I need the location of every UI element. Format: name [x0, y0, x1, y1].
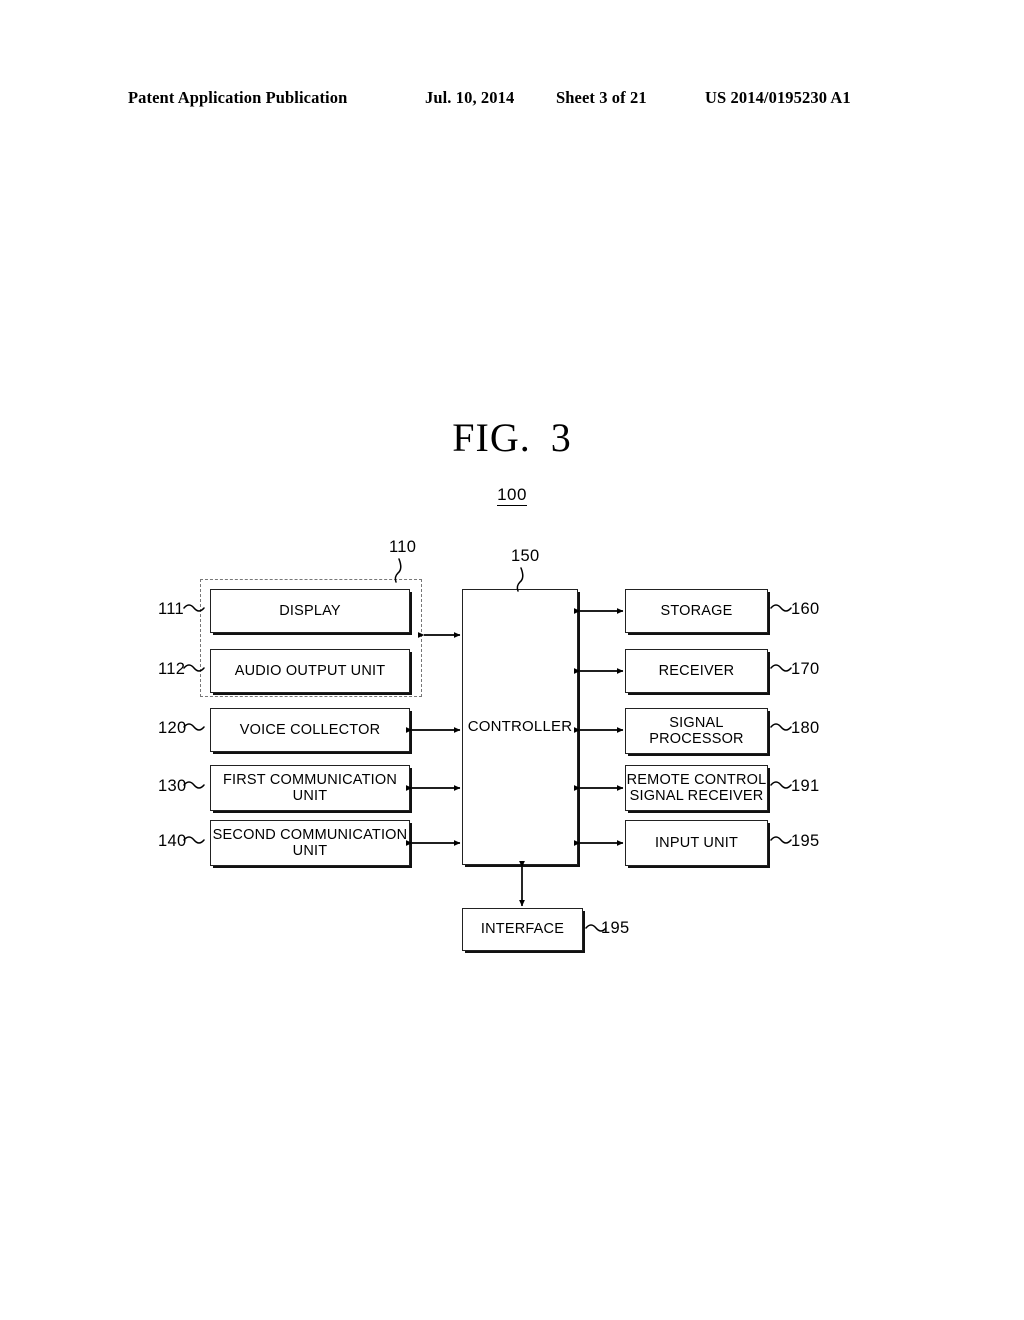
block-storage-label: STORAGE	[660, 602, 733, 619]
block-display-label: DISPLAY	[279, 602, 341, 619]
leader-150	[516, 567, 524, 592]
block-input-unit-label: INPUT UNIT	[654, 834, 739, 851]
block-display[interactable]: DISPLAY	[210, 589, 410, 633]
system-reference-100-value: 100	[497, 485, 527, 506]
header-sheet-number: Sheet 3 of 21	[556, 88, 647, 107]
ref-label-195: 195	[601, 919, 630, 937]
ref-label-150: 150	[511, 547, 540, 565]
system-reference-100: 100	[0, 485, 1024, 506]
ref-label-111: 111	[158, 600, 184, 618]
ref-label-180: 180	[791, 719, 820, 737]
header-patent-number: US 2014/0195230 A1	[705, 88, 851, 107]
leader-120	[183, 723, 205, 731]
block-controller-label: CONTROLLER	[467, 717, 573, 735]
block-first-communication-unit-label: FIRST COMMUNICATION UNIT	[222, 771, 398, 804]
block-remote-control-signal-receiver-label: REMOTE CONTROL SIGNAL RECEIVER	[626, 771, 767, 804]
figure-title: FIG. 3	[0, 414, 1024, 461]
block-first-communication-unit[interactable]: FIRST COMMUNICATION UNIT	[210, 765, 410, 811]
block-second-communication-unit-label: SECOND COMMUNICATION UNIT	[212, 826, 408, 859]
ref-label-160: 160	[791, 600, 820, 618]
page-header: Patent Application Publication Jul. 10, …	[0, 88, 1024, 114]
block-signal-processor-label: SIGNAL PROCESSOR	[649, 714, 744, 747]
block-second-communication-unit[interactable]: SECOND COMMUNICATION UNIT	[210, 820, 410, 866]
ref-label-130: 130	[158, 777, 187, 795]
leader-180	[770, 723, 792, 731]
ref-label-191: 191	[791, 777, 820, 795]
leader-193	[770, 836, 792, 844]
block-signal-processor[interactable]: SIGNAL PROCESSOR	[625, 708, 768, 754]
block-receiver[interactable]: RECEIVER	[625, 649, 768, 693]
block-audio-output-unit[interactable]: AUDIO OUTPUT UNIT	[210, 649, 410, 693]
leader-140	[183, 836, 205, 844]
header-publication: Patent Application Publication	[128, 88, 348, 107]
block-voice-collector-label: VOICE COLLECTOR	[239, 721, 381, 738]
leader-191	[770, 781, 792, 789]
block-audio-output-unit-label: AUDIO OUTPUT UNIT	[234, 662, 386, 679]
header-date: Jul. 10, 2014	[425, 88, 515, 107]
figure-title-label: FIG.	[452, 415, 531, 460]
block-input-unit[interactable]: INPUT UNIT	[625, 820, 768, 866]
ref-label-110: 110	[389, 538, 417, 556]
ref-label-140: 140	[158, 832, 187, 850]
block-voice-collector[interactable]: VOICE COLLECTOR	[210, 708, 410, 752]
ref-label-193: 195	[791, 832, 820, 850]
leader-160	[770, 604, 792, 612]
ref-label-120: 120	[158, 719, 187, 737]
block-interface-label: INTERFACE	[480, 921, 565, 938]
ref-label-170: 170	[791, 660, 820, 678]
block-remote-control-signal-receiver[interactable]: REMOTE CONTROL SIGNAL RECEIVER	[625, 765, 768, 811]
block-interface[interactable]: INTERFACE	[462, 908, 583, 951]
leader-130	[183, 781, 205, 789]
figure-title-number: 3	[550, 415, 572, 460]
ref-label-112: 112	[158, 660, 186, 678]
block-receiver-label: RECEIVER	[658, 662, 735, 679]
block-storage[interactable]: STORAGE	[625, 589, 768, 633]
block-controller[interactable]: CONTROLLER	[462, 589, 578, 865]
leader-170	[770, 664, 792, 672]
